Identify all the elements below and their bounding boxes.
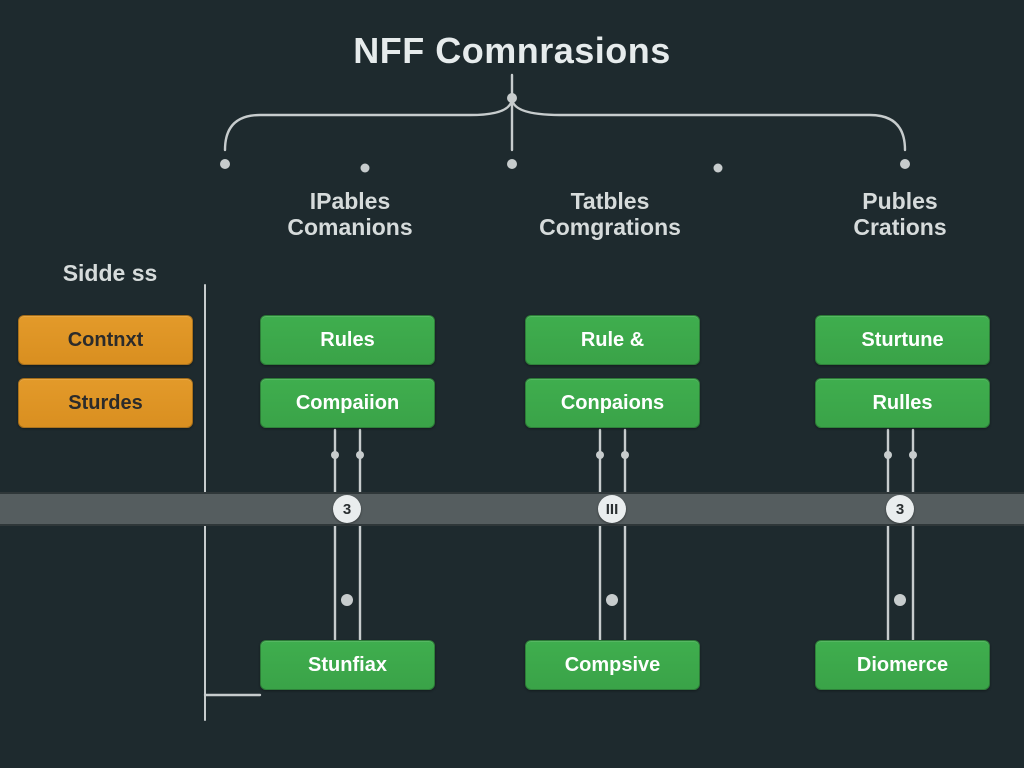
- diagram-title: NFF Comnrasions: [0, 30, 1024, 72]
- node-c1-r2: Compaiion: [260, 378, 435, 428]
- column-header-side: Sidde ss: [15, 260, 205, 286]
- node-c2-r2: Conpaions: [525, 378, 700, 428]
- column-header-side-line1: Sidde ss: [63, 260, 158, 286]
- column-header-c2-line2: Comgrations: [539, 214, 681, 240]
- column-header-c3-line2: Crations: [853, 214, 946, 240]
- column-header-c2-line1: Tatbles: [571, 188, 650, 214]
- band-badge-1: 3: [333, 495, 361, 523]
- column-header-c1: IPables Comanions: [255, 188, 445, 241]
- node-c3-r3: Diomerce: [815, 640, 990, 690]
- band-badge-3: 3: [886, 495, 914, 523]
- node-c3-r1: Sturtune: [815, 315, 990, 365]
- column-header-c2: Tatbles Comgrations: [515, 188, 705, 241]
- timeline-band: [0, 492, 1024, 526]
- side-box-context: Contnxt: [18, 315, 193, 365]
- column-header-c3: Publes Crations: [805, 188, 995, 241]
- node-c2-r3: Compsive: [525, 640, 700, 690]
- node-c1-r1: Rules: [260, 315, 435, 365]
- node-c3-r2: Rulles: [815, 378, 990, 428]
- column-header-c1-line2: Comanions: [287, 214, 412, 240]
- side-box-sturdes: Sturdes: [18, 378, 193, 428]
- band-badge-2: III: [598, 495, 626, 523]
- column-header-c3-line1: Publes: [862, 188, 937, 214]
- column-header-c1-line1: IPables: [310, 188, 391, 214]
- node-c1-r3: Stunfiax: [260, 640, 435, 690]
- node-c2-r1: Rule &: [525, 315, 700, 365]
